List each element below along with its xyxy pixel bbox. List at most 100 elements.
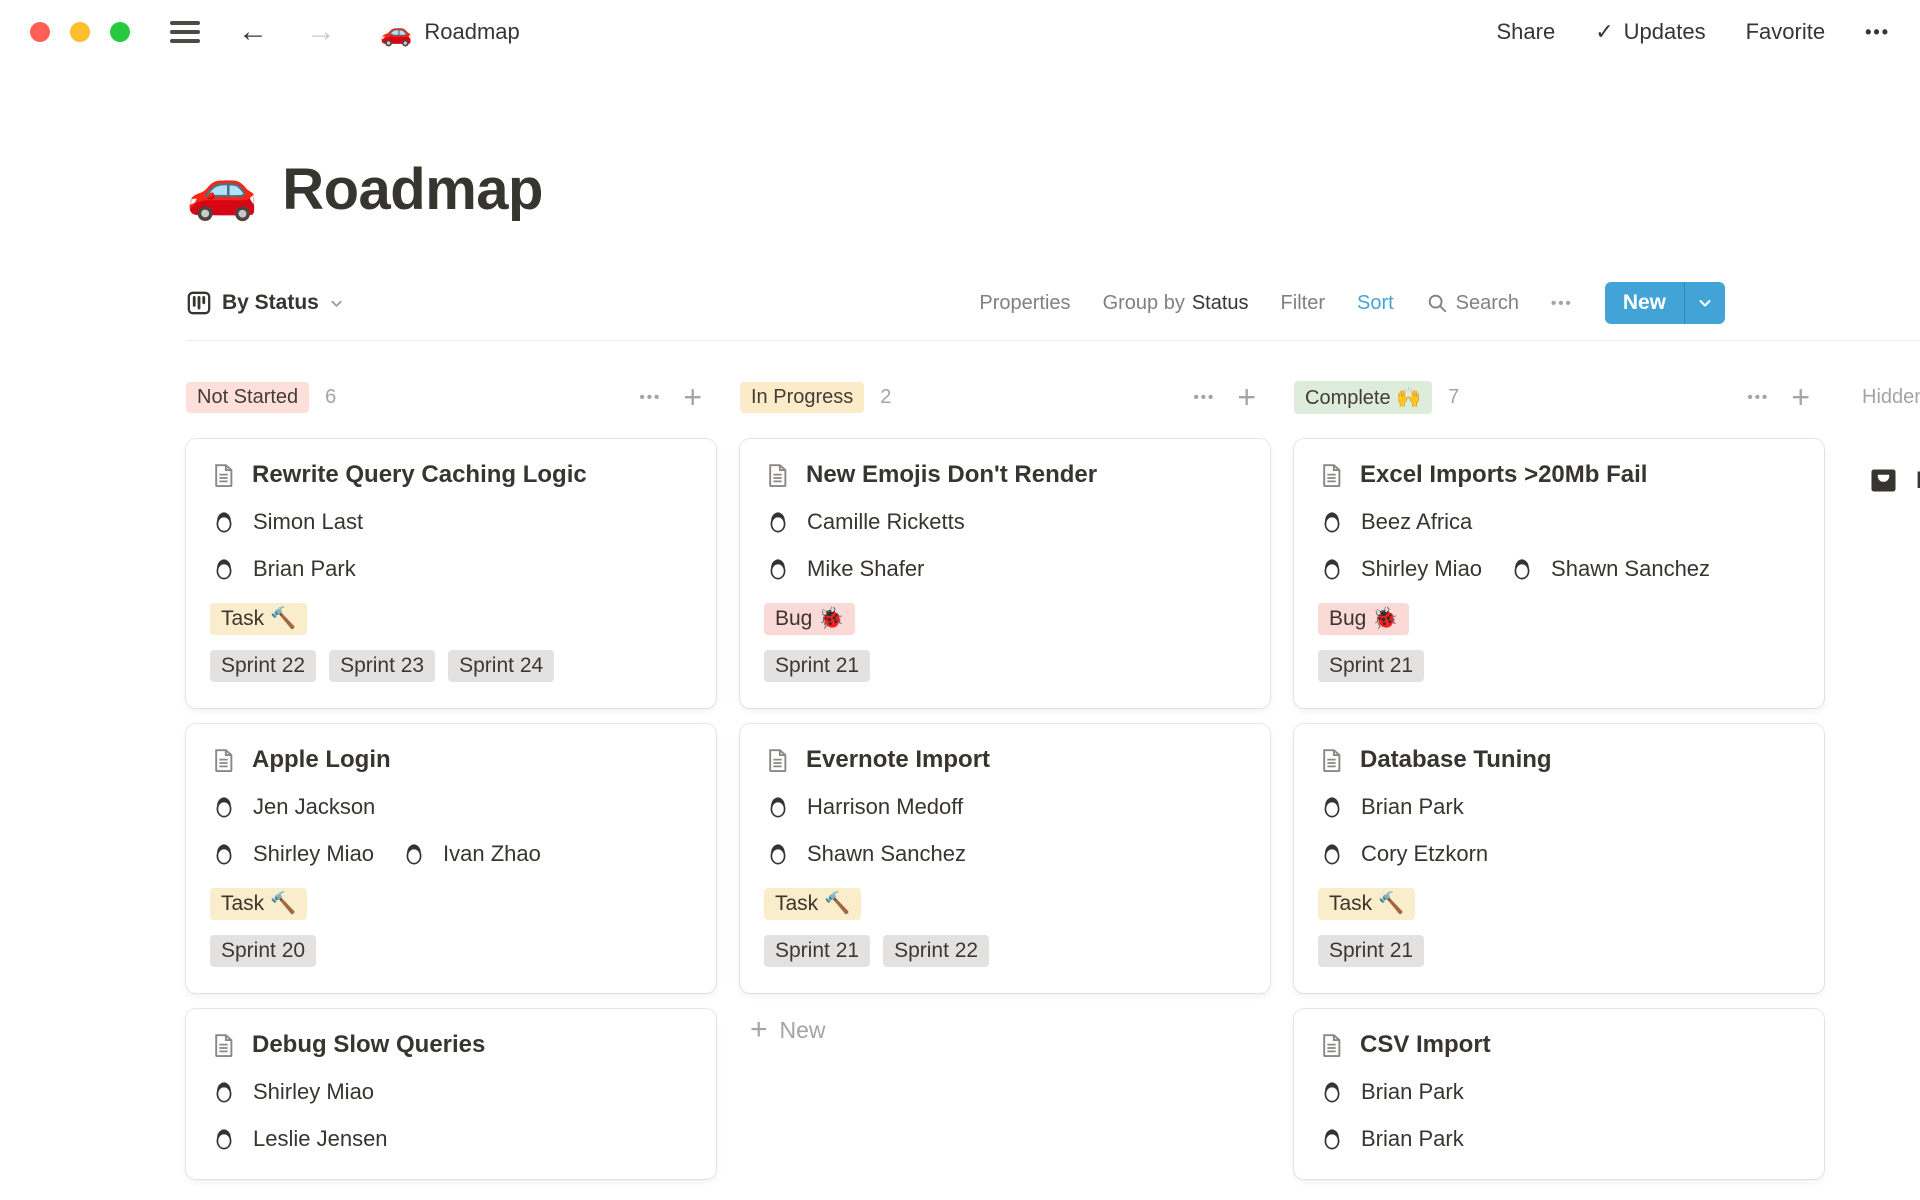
person-chip[interactable]: Brian Park bbox=[1318, 793, 1464, 821]
card-title-row: Database Tuning bbox=[1318, 746, 1800, 774]
hidden-group-item[interactable]: N bbox=[1848, 465, 1920, 496]
person-chip[interactable]: Harrison Medoff bbox=[764, 793, 963, 821]
updates-button[interactable]: ✓ Updates bbox=[1595, 19, 1705, 45]
tag-bug: Bug 🐞 bbox=[1318, 603, 1410, 635]
avatar bbox=[210, 840, 238, 868]
column-add-icon[interactable]: + bbox=[1237, 381, 1256, 413]
view-switcher[interactable]: By Status bbox=[186, 290, 344, 317]
person-chip[interactable]: Shawn Sanchez bbox=[764, 840, 966, 868]
avatar bbox=[1508, 555, 1536, 583]
card-people-row: Leslie Jensen bbox=[210, 1125, 692, 1153]
avatar bbox=[764, 840, 792, 868]
person-name: Brian Park bbox=[1361, 794, 1464, 819]
card-people-row: Jen Jackson bbox=[210, 793, 692, 821]
page-icon-emoji[interactable]: 🚗 bbox=[186, 160, 258, 219]
board-column-in-progress: In Progress 2 ••• + New Emojis Don't Render C… bbox=[740, 377, 1270, 1045]
breadcrumb[interactable]: 🚗 Roadmap bbox=[380, 17, 520, 48]
group-by-button[interactable]: Group by Status bbox=[1103, 292, 1249, 315]
traffic-lights bbox=[30, 22, 130, 42]
person-chip[interactable]: Mike Shafer bbox=[764, 555, 924, 583]
card-people-row: Brian Park bbox=[1318, 1125, 1800, 1153]
toolbar-more-icon[interactable]: ••• bbox=[1551, 295, 1573, 312]
person-chip[interactable]: Leslie Jensen bbox=[210, 1125, 388, 1153]
back-arrow-icon[interactable]: ← bbox=[238, 17, 268, 47]
forward-arrow-icon[interactable]: → bbox=[306, 17, 336, 47]
hidden-columns-label[interactable]: Hidden bbox=[1848, 386, 1920, 409]
card-sprint-row: Sprint 20 bbox=[210, 935, 692, 967]
card[interactable]: New Emojis Don't Render Camille Ricketts M… bbox=[740, 439, 1270, 708]
add-card-button[interactable]: + New bbox=[740, 1015, 1270, 1045]
hidden-column-header: Hidden bbox=[1848, 377, 1920, 417]
properties-button[interactable]: Properties bbox=[979, 292, 1070, 315]
page-icon bbox=[210, 1032, 237, 1059]
person-chip[interactable]: Brian Park bbox=[1318, 1125, 1464, 1153]
page-title: 🚗 Roadmap bbox=[186, 156, 1920, 223]
column-more-icon[interactable]: ••• bbox=[1194, 389, 1216, 406]
tag-task: Task 🔨 bbox=[1318, 888, 1416, 920]
avatar bbox=[210, 1125, 238, 1153]
person-chip[interactable]: Simon Last bbox=[210, 508, 363, 536]
column-title-pill[interactable]: In Progress bbox=[740, 381, 865, 413]
new-button-label: New bbox=[1622, 291, 1666, 314]
minimize-window-button[interactable] bbox=[70, 22, 90, 42]
search-button[interactable]: Search bbox=[1426, 292, 1519, 315]
card-people-row: Camille Ricketts bbox=[764, 508, 1246, 536]
person-chip[interactable]: Camille Ricketts bbox=[764, 508, 965, 536]
column-cards: Rewrite Query Caching Logic Simon Last Bri… bbox=[186, 439, 716, 1179]
card[interactable]: Debug Slow Queries Shirley Miao Leslie Jen… bbox=[186, 1009, 716, 1179]
card[interactable]: Excel Imports >20Mb Fail Beez Africa Shirl… bbox=[1294, 439, 1824, 708]
new-button[interactable]: New bbox=[1604, 282, 1725, 324]
card-title-row: CSV Import bbox=[1318, 1031, 1800, 1059]
new-button-chevron-icon[interactable] bbox=[1684, 282, 1725, 324]
person-name: Jen Jackson bbox=[253, 794, 376, 819]
more-options-icon[interactable]: ••• bbox=[1865, 22, 1890, 43]
person-chip[interactable]: Shawn Sanchez bbox=[1508, 555, 1710, 583]
person-chip[interactable]: Shirley Miao bbox=[210, 1078, 374, 1106]
avatar bbox=[764, 508, 792, 536]
card[interactable]: Evernote Import Harrison Medoff Shawn Sanc… bbox=[740, 724, 1270, 993]
person-chip[interactable]: Cory Etzkorn bbox=[1318, 840, 1488, 868]
card-tag-row: Bug 🐞 bbox=[1318, 603, 1800, 635]
person-chip[interactable]: Jen Jackson bbox=[210, 793, 375, 821]
zoom-window-button[interactable] bbox=[110, 22, 130, 42]
column-add-icon[interactable]: + bbox=[683, 381, 702, 413]
card-people-row: Mike Shafer bbox=[764, 555, 1246, 583]
sprint-badge: Sprint 23 bbox=[329, 650, 436, 682]
sprint-badge: Sprint 24 bbox=[448, 650, 555, 682]
card[interactable]: Apple Login Jen Jackson Shirley Miao Ivan Z… bbox=[186, 724, 716, 993]
column-more-icon[interactable]: ••• bbox=[1748, 389, 1770, 406]
filter-button[interactable]: Filter bbox=[1281, 292, 1325, 315]
card[interactable]: Database Tuning Brian Park Cory Etzkorn Tas… bbox=[1294, 724, 1824, 993]
sidebar-menu-icon[interactable] bbox=[170, 21, 200, 43]
person-chip[interactable]: Shirley Miao bbox=[210, 840, 374, 868]
card[interactable]: Rewrite Query Caching Logic Simon Last Bri… bbox=[186, 439, 716, 708]
sort-button[interactable]: Sort bbox=[1357, 292, 1394, 315]
person-chip[interactable]: Ivan Zhao bbox=[400, 840, 541, 868]
avatar bbox=[1318, 793, 1346, 821]
updates-label: Updates bbox=[1623, 19, 1706, 44]
column-more-icon[interactable]: ••• bbox=[640, 389, 662, 406]
share-button[interactable]: Share bbox=[1497, 19, 1556, 45]
person-chip[interactable]: Brian Park bbox=[210, 555, 356, 583]
card-people-row: Brian Park bbox=[1318, 1078, 1800, 1106]
card-sprint-row: Sprint 21 bbox=[764, 650, 1246, 682]
person-chip[interactable]: Shirley Miao bbox=[1318, 555, 1482, 583]
favorite-button[interactable]: Favorite bbox=[1746, 19, 1825, 45]
person-chip[interactable]: Beez Africa bbox=[1318, 508, 1472, 536]
sprint-badge: Sprint 20 bbox=[210, 935, 317, 967]
page-title-text[interactable]: Roadmap bbox=[282, 156, 543, 223]
search-label: Search bbox=[1455, 291, 1520, 314]
person-name: Shirley Miao bbox=[253, 1079, 375, 1104]
person-name: Ivan Zhao bbox=[443, 841, 541, 866]
column-title-pill[interactable]: Complete 🙌 bbox=[1294, 380, 1433, 414]
column-title-pill[interactable]: Not Started bbox=[186, 381, 310, 413]
column-add-icon[interactable]: + bbox=[1791, 381, 1810, 413]
add-card-label: New bbox=[779, 1016, 826, 1043]
person-chip[interactable]: Brian Park bbox=[1318, 1078, 1464, 1106]
sprint-badge: Sprint 21 bbox=[1318, 650, 1425, 682]
avatar bbox=[210, 1078, 238, 1106]
person-name: Shirley Miao bbox=[253, 841, 375, 866]
card[interactable]: CSV Import Brian Park Brian Park bbox=[1294, 1009, 1824, 1179]
card-title-text: Rewrite Query Caching Logic bbox=[252, 461, 587, 488]
close-window-button[interactable] bbox=[30, 22, 50, 42]
